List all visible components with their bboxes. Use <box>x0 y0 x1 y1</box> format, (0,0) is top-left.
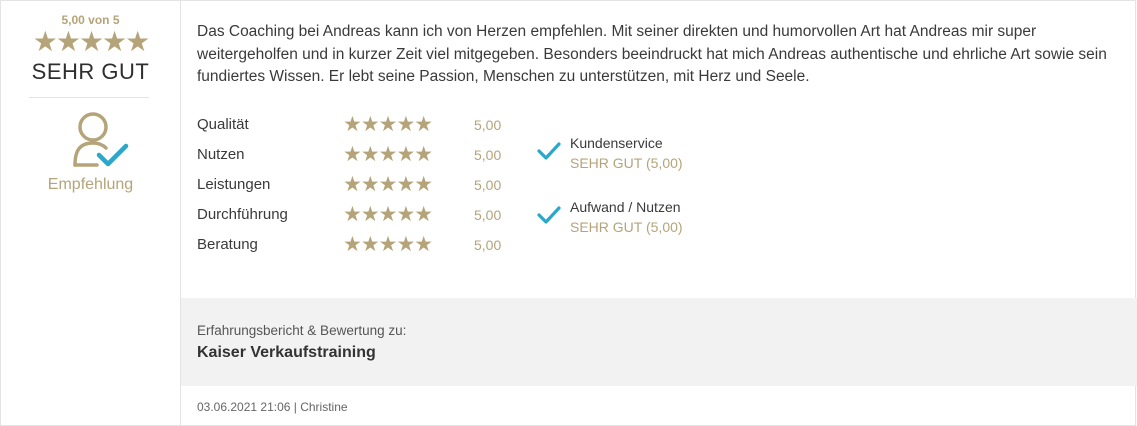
rating-stars-icon: ★★★★★ <box>343 173 433 196</box>
criterion-kundenservice: Kundenservice SEHR GUT (5,00) <box>537 135 757 199</box>
checkmark-icon <box>537 206 561 224</box>
criterion-value: SEHR GUT (5,00) <box>570 219 683 235</box>
review-content: Das Coaching bei Andreas kann ich von He… <box>181 1 1137 425</box>
rating-label: Durchführung <box>197 206 288 223</box>
reviewed-company-box: Erfahrungsbericht & Bewertung zu: Kaiser… <box>181 298 1137 386</box>
rating-label: Nutzen <box>197 146 245 163</box>
rating-stars-icon: ★★★★★ <box>343 233 433 256</box>
rating-row-durchfuehrung: Durchführung ★★★★★ 5,00 <box>197 204 517 234</box>
rating-value: 5,00 <box>474 207 502 223</box>
rating-row-qualitaet: Qualität ★★★★★ 5,00 <box>197 114 517 144</box>
rating-stars-icon: ★★★★★ <box>343 143 433 166</box>
criterion-aufwand-nutzen: Aufwand / Nutzen SEHR GUT (5,00) <box>537 199 757 263</box>
summary-divider <box>29 97 149 98</box>
reviewed-company-name[interactable]: Kaiser Verkaufstraining <box>197 344 376 362</box>
review-meta: 03.06.2021 21:06 | Christine <box>197 400 348 414</box>
rating-value: 5,00 <box>474 117 502 133</box>
review-card: 5,00 von 5 ★★★★★ SEHR GUT Empfehlung Das… <box>0 0 1137 426</box>
person-check-icon <box>73 112 129 167</box>
rating-stars-icon: ★★★★★ <box>343 113 433 136</box>
criteria-list: Kundenservice SEHR GUT (5,00) Aufwand / … <box>537 135 757 263</box>
overall-score-label: 5,00 von 5 <box>61 13 120 27</box>
criterion-value: SEHR GUT (5,00) <box>570 155 683 171</box>
rating-row-beratung: Beratung ★★★★★ 5,00 <box>197 234 517 264</box>
recommendation-label: Empfehlung <box>47 176 134 193</box>
reviewed-company-caption: Erfahrungsbericht & Bewertung zu: <box>197 323 407 338</box>
rating-value: 5,00 <box>474 177 502 193</box>
overall-verdict: SEHR GUT <box>31 59 150 84</box>
criterion-title: Aufwand / Nutzen <box>570 199 681 215</box>
rating-value: 5,00 <box>474 147 502 163</box>
review-text: Das Coaching bei Andreas kann ich von He… <box>197 23 1107 85</box>
rating-label: Leistungen <box>197 176 271 193</box>
rating-label: Qualität <box>197 116 249 133</box>
rating-row-nutzen: Nutzen ★★★★★ 5,00 <box>197 144 517 174</box>
rating-stars-icon: ★★★★★ <box>343 203 433 226</box>
rating-value: 5,00 <box>474 237 502 253</box>
rating-row-leistungen: Leistungen ★★★★★ 5,00 <box>197 174 517 204</box>
criterion-title: Kundenservice <box>570 135 663 151</box>
category-ratings: Qualität ★★★★★ 5,00 Nutzen ★★★★★ 5,00 Le… <box>197 114 517 264</box>
overall-stars-icon: ★★★★★ <box>32 26 151 57</box>
rating-label: Beratung <box>197 236 258 253</box>
rating-summary-panel: 5,00 von 5 ★★★★★ SEHR GUT Empfehlung <box>1 1 181 425</box>
checkmark-icon <box>537 142 561 160</box>
